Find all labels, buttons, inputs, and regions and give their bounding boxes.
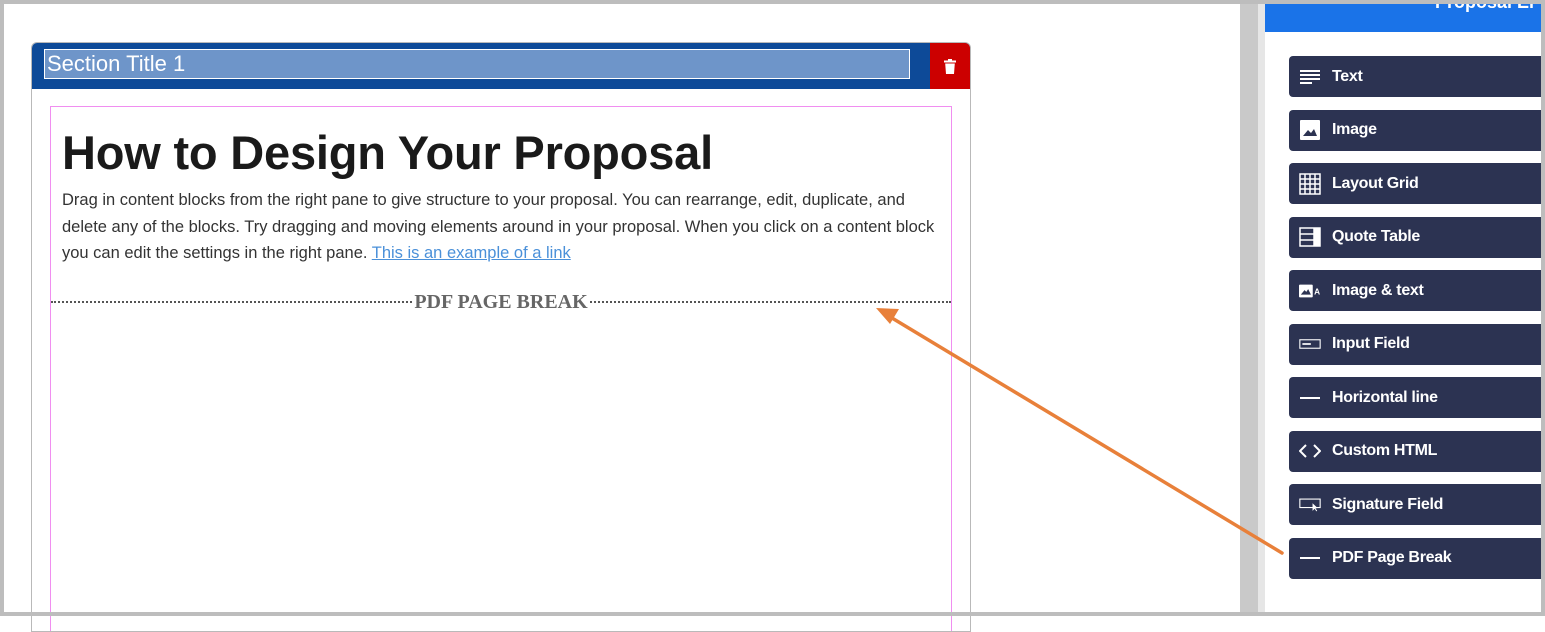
block-label: PDF Page Break [1332, 549, 1452, 566]
block-layout-grid-button[interactable]: Layout Grid [1289, 163, 1545, 204]
block-label: Layout Grid [1332, 174, 1419, 192]
signature-icon [1299, 494, 1321, 516]
block-quote-table-button[interactable]: Quote Table [1289, 216, 1545, 258]
trash-icon [944, 58, 956, 74]
block-label: Text [1332, 67, 1363, 85]
table-icon [1299, 226, 1321, 248]
section-title-input[interactable] [44, 49, 910, 79]
block-label: Image [1332, 121, 1377, 138]
block-label: Input Field [1332, 335, 1410, 352]
input-field-icon [1299, 333, 1321, 355]
block-label: Custom HTML [1332, 442, 1438, 459]
block-image-button[interactable]: Image [1289, 109, 1545, 151]
example-link[interactable]: This is an example of a link [372, 244, 571, 262]
content-block-area[interactable]: How to Design Your Proposal Drag in cont… [50, 106, 952, 631]
panel-header: Proposal El [1265, 0, 1545, 32]
block-input-field-button[interactable]: Input Field [1289, 323, 1545, 365]
code-icon [1299, 440, 1321, 462]
section-card: How to Design Your Proposal Drag in cont… [31, 42, 971, 632]
svg-text:A: A [1314, 287, 1320, 296]
horizontal-line-icon [1299, 387, 1321, 409]
panel-splitter[interactable] [1240, 0, 1258, 616]
block-text-button[interactable]: Text [1289, 56, 1545, 97]
delete-section-button[interactable] [930, 43, 970, 89]
section-header [32, 43, 970, 89]
block-signature-field-button[interactable]: Signature Field [1289, 484, 1545, 525]
panel-header-title: Proposal El [1435, 0, 1535, 12]
block-label: Horizontal line [1332, 388, 1438, 406]
text-lines-icon [1299, 66, 1321, 88]
panel-inner: Proposal El Text Image Layout Grid Quote… [1265, 0, 1545, 616]
image-text-icon: A [1299, 280, 1321, 302]
block-horizontal-line-button[interactable]: Horizontal line [1289, 377, 1545, 418]
block-image-text-button[interactable]: A Image & text [1289, 270, 1545, 311]
block-pdf-page-break-button[interactable]: PDF Page Break [1289, 537, 1545, 579]
proposal-heading[interactable]: How to Design Your Proposal [62, 125, 713, 180]
block-label: Signature Field [1332, 495, 1444, 513]
right-panel: Proposal El Text Image Layout Grid Quote… [1258, 0, 1545, 616]
page-break-label: PDF PAGE BREAK [413, 290, 589, 314]
page-break-icon [1299, 547, 1321, 569]
block-label: Image & text [1332, 281, 1424, 299]
block-custom-html-button[interactable]: Custom HTML [1289, 430, 1545, 472]
block-label: Quote Table [1332, 228, 1420, 245]
pdf-page-break[interactable]: PDF PAGE BREAK [51, 290, 951, 314]
image-icon [1299, 119, 1321, 141]
grid-icon [1299, 172, 1321, 195]
proposal-paragraph[interactable]: Drag in content blocks from the right pa… [62, 187, 937, 267]
